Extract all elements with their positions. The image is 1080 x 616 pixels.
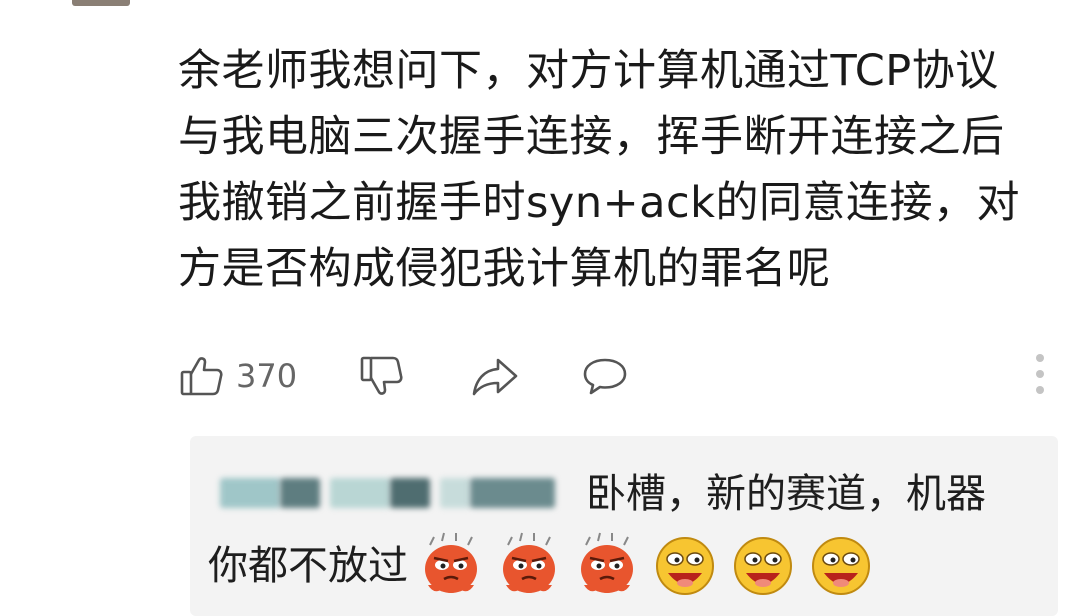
avatar[interactable] xyxy=(72,0,130,6)
comment-line: 余老师我想问下，对方计算机通过TCP协议 xyxy=(178,46,999,96)
share-button[interactable] xyxy=(470,346,520,406)
dislike-button[interactable] xyxy=(358,346,406,406)
comment-body: 余老师我想问下，对方计算机通过TCP协议 与我电脑三次握手连接，挥手断开连接之后… xyxy=(178,38,1058,302)
more-button[interactable] xyxy=(1034,350,1046,402)
reply-line: 你都不放过 xyxy=(208,543,408,589)
thumbs-down-icon xyxy=(360,356,403,395)
like-button[interactable]: 370 xyxy=(178,346,297,406)
reply-button[interactable] xyxy=(580,346,630,406)
comment-line: 与我电脑三次握手连接，挥手断开连接之后 xyxy=(178,112,1005,162)
comment-line: 我撤销之前握手时syn+ack的同意连接，对 xyxy=(178,178,1021,228)
angry-red-emoji xyxy=(503,532,555,593)
comment-actions: 370 xyxy=(178,346,1058,406)
laughing-yellow-emoji xyxy=(656,537,714,595)
thumbs-up-icon xyxy=(180,357,223,396)
reply-username-blurred xyxy=(220,478,555,508)
laughing-yellow-emoji xyxy=(734,537,792,595)
share-icon xyxy=(472,358,518,396)
reply-line: 卧槽，新的赛道，机器 xyxy=(586,471,986,517)
laughing-yellow-emoji xyxy=(812,537,870,595)
angry-red-emoji xyxy=(425,532,477,593)
angry-red-emoji xyxy=(581,532,633,593)
like-count: 370 xyxy=(236,357,298,395)
comment-line: 方是否构成侵犯我计算机的罪名呢 xyxy=(178,244,831,294)
more-vertical-icon xyxy=(1036,354,1044,394)
comment-icon xyxy=(583,358,627,395)
